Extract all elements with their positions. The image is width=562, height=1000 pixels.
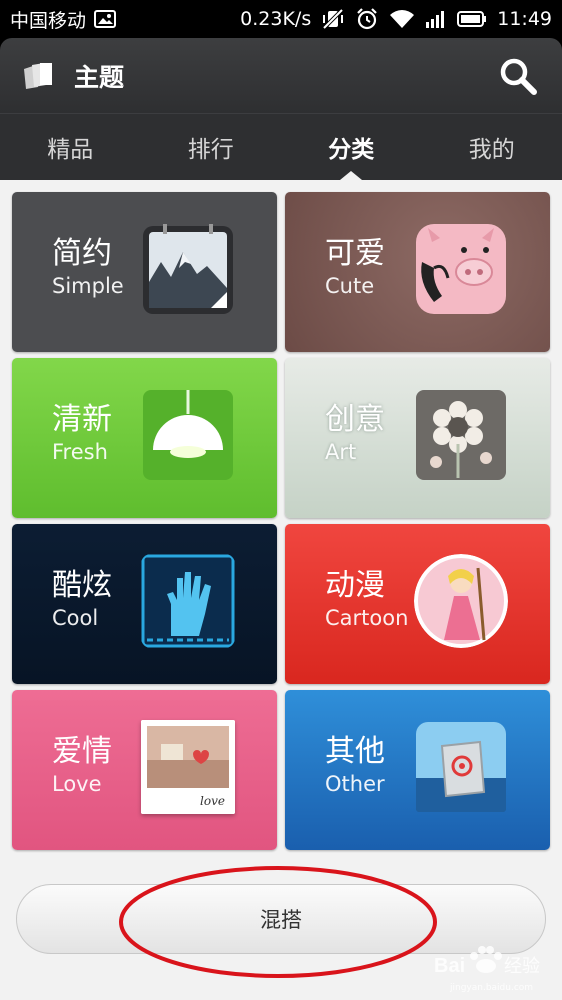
category-card-fresh[interactable]: 清新 Fresh	[12, 358, 277, 518]
tab-ranking[interactable]: 排行	[141, 114, 282, 180]
network-speed: 0.23K/s	[240, 8, 312, 30]
mountain-calendar-icon	[141, 222, 235, 316]
mail-can-icon	[414, 720, 508, 814]
status-bar: 中国移动 0.23K/s 11:49	[0, 0, 562, 38]
svg-text:经验: 经验	[504, 956, 540, 977]
category-subtitle: Cool	[52, 606, 99, 630]
category-card-love[interactable]: 爱情 Love love	[12, 690, 277, 850]
handprint-scanner-icon	[141, 554, 235, 648]
tab-categories[interactable]: 分类	[281, 114, 422, 180]
category-card-art[interactable]: 创意 Art	[285, 358, 550, 518]
baidu-watermark: Bai 经验 jingyan.baidu.com	[430, 940, 555, 995]
baidu-paw-logo-icon: Bai 经验 jingyan.baidu.com	[434, 946, 540, 993]
svg-text:jingyan.baidu.com: jingyan.baidu.com	[449, 983, 533, 993]
category-subtitle: Art	[325, 440, 357, 464]
category-grid: 简约 Simple 可爱 Cute 清新 Fresh 创意 Art 酷炫 Coo…	[12, 192, 550, 850]
app-bar: 主题	[0, 38, 562, 113]
wifi-icon	[389, 9, 415, 29]
clock: 11:49	[497, 8, 552, 30]
thumb-caption: love	[200, 794, 225, 808]
category-card-cute[interactable]: 可爱 Cute	[285, 192, 550, 352]
cartoon-girl-icon	[414, 554, 508, 648]
tab-featured[interactable]: 精品	[0, 114, 141, 180]
alarm-icon	[355, 7, 379, 31]
category-title: 清新	[52, 402, 112, 437]
category-title: 创意	[325, 402, 385, 437]
category-title: 可爱	[325, 236, 385, 271]
category-subtitle: Love	[52, 772, 102, 796]
signal-icon	[425, 9, 447, 29]
category-title: 简约	[52, 236, 112, 271]
pig-phone-icon	[414, 222, 508, 316]
search-icon	[500, 58, 537, 95]
highlight-oval-annotation	[119, 866, 437, 978]
flower-icon	[414, 388, 508, 482]
category-title: 爱情	[52, 734, 112, 769]
category-subtitle: Cartoon	[325, 606, 409, 630]
svg-text:Bai: Bai	[434, 955, 465, 977]
tab-bar: 精品 排行 分类 我的	[0, 113, 562, 180]
vibrate-mute-icon	[321, 8, 345, 30]
love-photo-icon: love	[141, 720, 235, 814]
category-card-simple[interactable]: 简约 Simple	[12, 192, 277, 352]
image-notification-icon	[94, 10, 117, 28]
themes-logo-icon	[22, 61, 54, 91]
carrier-label: 中国移动	[10, 9, 87, 32]
category-title: 其他	[325, 734, 385, 769]
category-title: 酷炫	[52, 568, 112, 603]
category-card-other[interactable]: 其他 Other	[285, 690, 550, 850]
category-card-cool[interactable]: 酷炫 Cool	[12, 524, 277, 684]
category-subtitle: Cute	[325, 274, 375, 298]
category-card-cartoon[interactable]: 动漫 Cartoon	[285, 524, 550, 684]
battery-icon	[457, 10, 487, 28]
category-content: 简约 Simple 可爱 Cute 清新 Fresh 创意 Art 酷炫 Coo…	[0, 180, 562, 1000]
category-subtitle: Other	[325, 772, 385, 796]
search-button[interactable]	[496, 54, 540, 98]
category-subtitle: Simple	[52, 274, 124, 298]
tab-mine[interactable]: 我的	[422, 114, 562, 180]
category-title: 动漫	[325, 568, 385, 603]
category-subtitle: Fresh	[52, 440, 108, 464]
page-title: 主题	[74, 62, 125, 92]
lamp-icon	[141, 388, 235, 482]
